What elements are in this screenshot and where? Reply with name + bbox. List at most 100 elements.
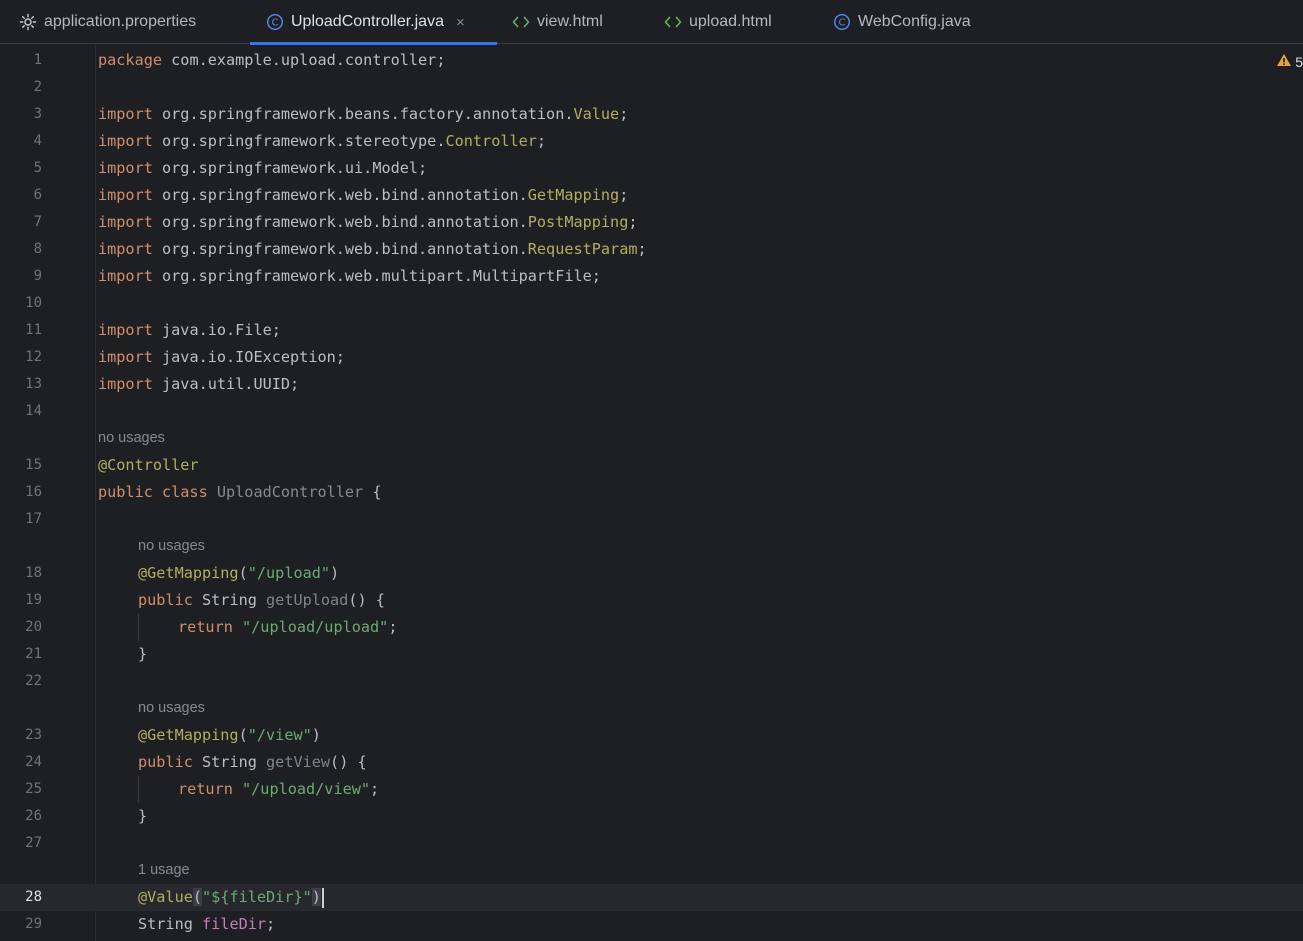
line-number: 13 [25, 376, 42, 392]
code-line: 10 [0, 290, 1303, 317]
line-number: 17 [25, 511, 42, 527]
code-line: 8 import org.springframework.web.bind.an… [0, 236, 1303, 263]
usages-hint[interactable]: no usages [138, 536, 205, 556]
svg-text:C: C [839, 18, 846, 29]
code-text: import org.springframework.beans.factory… [98, 105, 629, 123]
code-line: 6 import org.springframework.web.bind.an… [0, 182, 1303, 209]
code-line: 2 [0, 74, 1303, 101]
tab-label: application.properties [44, 13, 197, 30]
code-line: 5 import org.springframework.ui.Model; [0, 155, 1303, 182]
line-number: 9 [33, 268, 42, 284]
line-number: 1 [33, 52, 42, 68]
code-line: 16 public class UploadController { [0, 479, 1303, 506]
line-number: 22 [25, 673, 42, 689]
code-text: public String getUpload() { [138, 591, 385, 609]
class-icon: C [266, 13, 284, 31]
tab-application-properties[interactable]: application.properties [19, 0, 196, 44]
usages-hint[interactable]: no usages [138, 698, 205, 718]
tab-view-html[interactable]: view.html [512, 0, 603, 44]
code-text: @Controller [98, 456, 199, 474]
code-text: @Value("${fileDir}") [138, 884, 324, 911]
code-text: import org.springframework.web.multipart… [98, 267, 601, 285]
line-number: 10 [25, 295, 42, 311]
line-number: 16 [25, 484, 42, 500]
code-line: 3 import org.springframework.beans.facto… [0, 101, 1303, 128]
line-number: 6 [33, 187, 42, 203]
code-text: @GetMapping("/view") [138, 726, 321, 744]
line-number: 19 [25, 592, 42, 608]
close-icon[interactable]: × [456, 14, 465, 31]
code-line-current: 28 @Value("${fileDir}") [0, 884, 1303, 911]
code-text: import org.springframework.web.bind.anno… [98, 186, 629, 204]
class-icon: C [833, 13, 851, 31]
tab-upload-html[interactable]: upload.html [664, 0, 772, 44]
code-text: } [138, 645, 148, 663]
line-number: 28 [25, 889, 42, 905]
line-number: 26 [25, 808, 42, 824]
usages-hint[interactable]: 1 usage [138, 860, 190, 880]
html-icon [512, 15, 530, 29]
line-number: 5 [33, 160, 42, 176]
code-line: 24 public String getView() { [0, 749, 1303, 776]
tab-label: UploadController.java [291, 13, 444, 30]
code-line: 12 import java.io.IOException; [0, 344, 1303, 371]
line-number: 23 [25, 727, 42, 743]
tab-label: view.html [537, 13, 603, 30]
code-line: 27 [0, 830, 1303, 857]
tab-label: WebConfig.java [858, 13, 971, 30]
code-text: import org.springframework.web.bind.anno… [98, 213, 638, 231]
code-text: import java.util.UUID; [98, 375, 300, 393]
line-number: 15 [25, 457, 42, 473]
code-line: 1 package com.example.upload.controller; [0, 47, 1303, 74]
code-line: 7 import org.springframework.web.bind.an… [0, 209, 1303, 236]
code-text: return "/upload/view"; [178, 780, 380, 798]
code-line: 9 import org.springframework.web.multipa… [0, 263, 1303, 290]
code-line: 4 import org.springframework.stereotype.… [0, 128, 1303, 155]
code-line: 17 [0, 506, 1303, 533]
line-number: 8 [33, 241, 42, 257]
line-number: 4 [33, 133, 42, 149]
code-text: @GetMapping("/upload") [138, 564, 340, 582]
code-text: } [138, 807, 148, 825]
code-text: import org.springframework.web.bind.anno… [98, 240, 647, 258]
code-text: public String getView() { [138, 753, 367, 771]
line-number: 18 [25, 565, 42, 581]
code-text: package com.example.upload.controller; [98, 51, 446, 69]
line-number: 24 [25, 754, 42, 770]
line-number: 29 [25, 916, 42, 932]
code-line: 21 } [0, 641, 1303, 668]
indent-guide [138, 776, 139, 803]
line-number: 21 [25, 646, 42, 662]
tab-uploadcontroller-java[interactable]: C UploadController.java × [250, 0, 497, 45]
text-cursor [321, 887, 324, 908]
code-text: String fileDir; [138, 915, 276, 933]
code-line: 26 } [0, 803, 1303, 830]
code-line: 13 import java.util.UUID; [0, 371, 1303, 398]
indent-guide [138, 614, 139, 641]
line-number: 7 [33, 214, 42, 230]
code-line: 25 return "/upload/view"; [0, 776, 1303, 803]
code-text: return "/upload/upload"; [178, 618, 398, 636]
code-line: 29 String fileDir; [0, 911, 1303, 938]
code-line: 14 [0, 398, 1303, 425]
tab-label: upload.html [689, 13, 772, 30]
line-number: 3 [33, 106, 42, 122]
svg-text:C: C [272, 18, 279, 29]
code-line: 18 @GetMapping("/upload") [0, 560, 1303, 587]
usages-hint[interactable]: no usages [98, 428, 165, 448]
tab-webconfig-java[interactable]: C WebConfig.java [833, 0, 971, 44]
editor-tab-bar: application.properties C UploadControlle… [0, 0, 1303, 45]
line-number: 14 [25, 403, 42, 419]
line-number: 12 [25, 349, 42, 365]
code-text: import java.io.File; [98, 321, 281, 339]
code-text: public class UploadController { [98, 483, 382, 501]
code-text: import java.io.IOException; [98, 348, 345, 366]
code-line: 15 @Controller [0, 452, 1303, 479]
line-number: 25 [25, 781, 42, 797]
gear-icon [19, 13, 37, 31]
line-number: 20 [25, 619, 42, 635]
code-line: 20 return "/upload/upload"; [0, 614, 1303, 641]
code-editor[interactable]: 1 package com.example.upload.controller;… [0, 45, 1303, 941]
code-text: import org.springframework.ui.Model; [98, 159, 428, 177]
line-number: 27 [25, 835, 42, 851]
